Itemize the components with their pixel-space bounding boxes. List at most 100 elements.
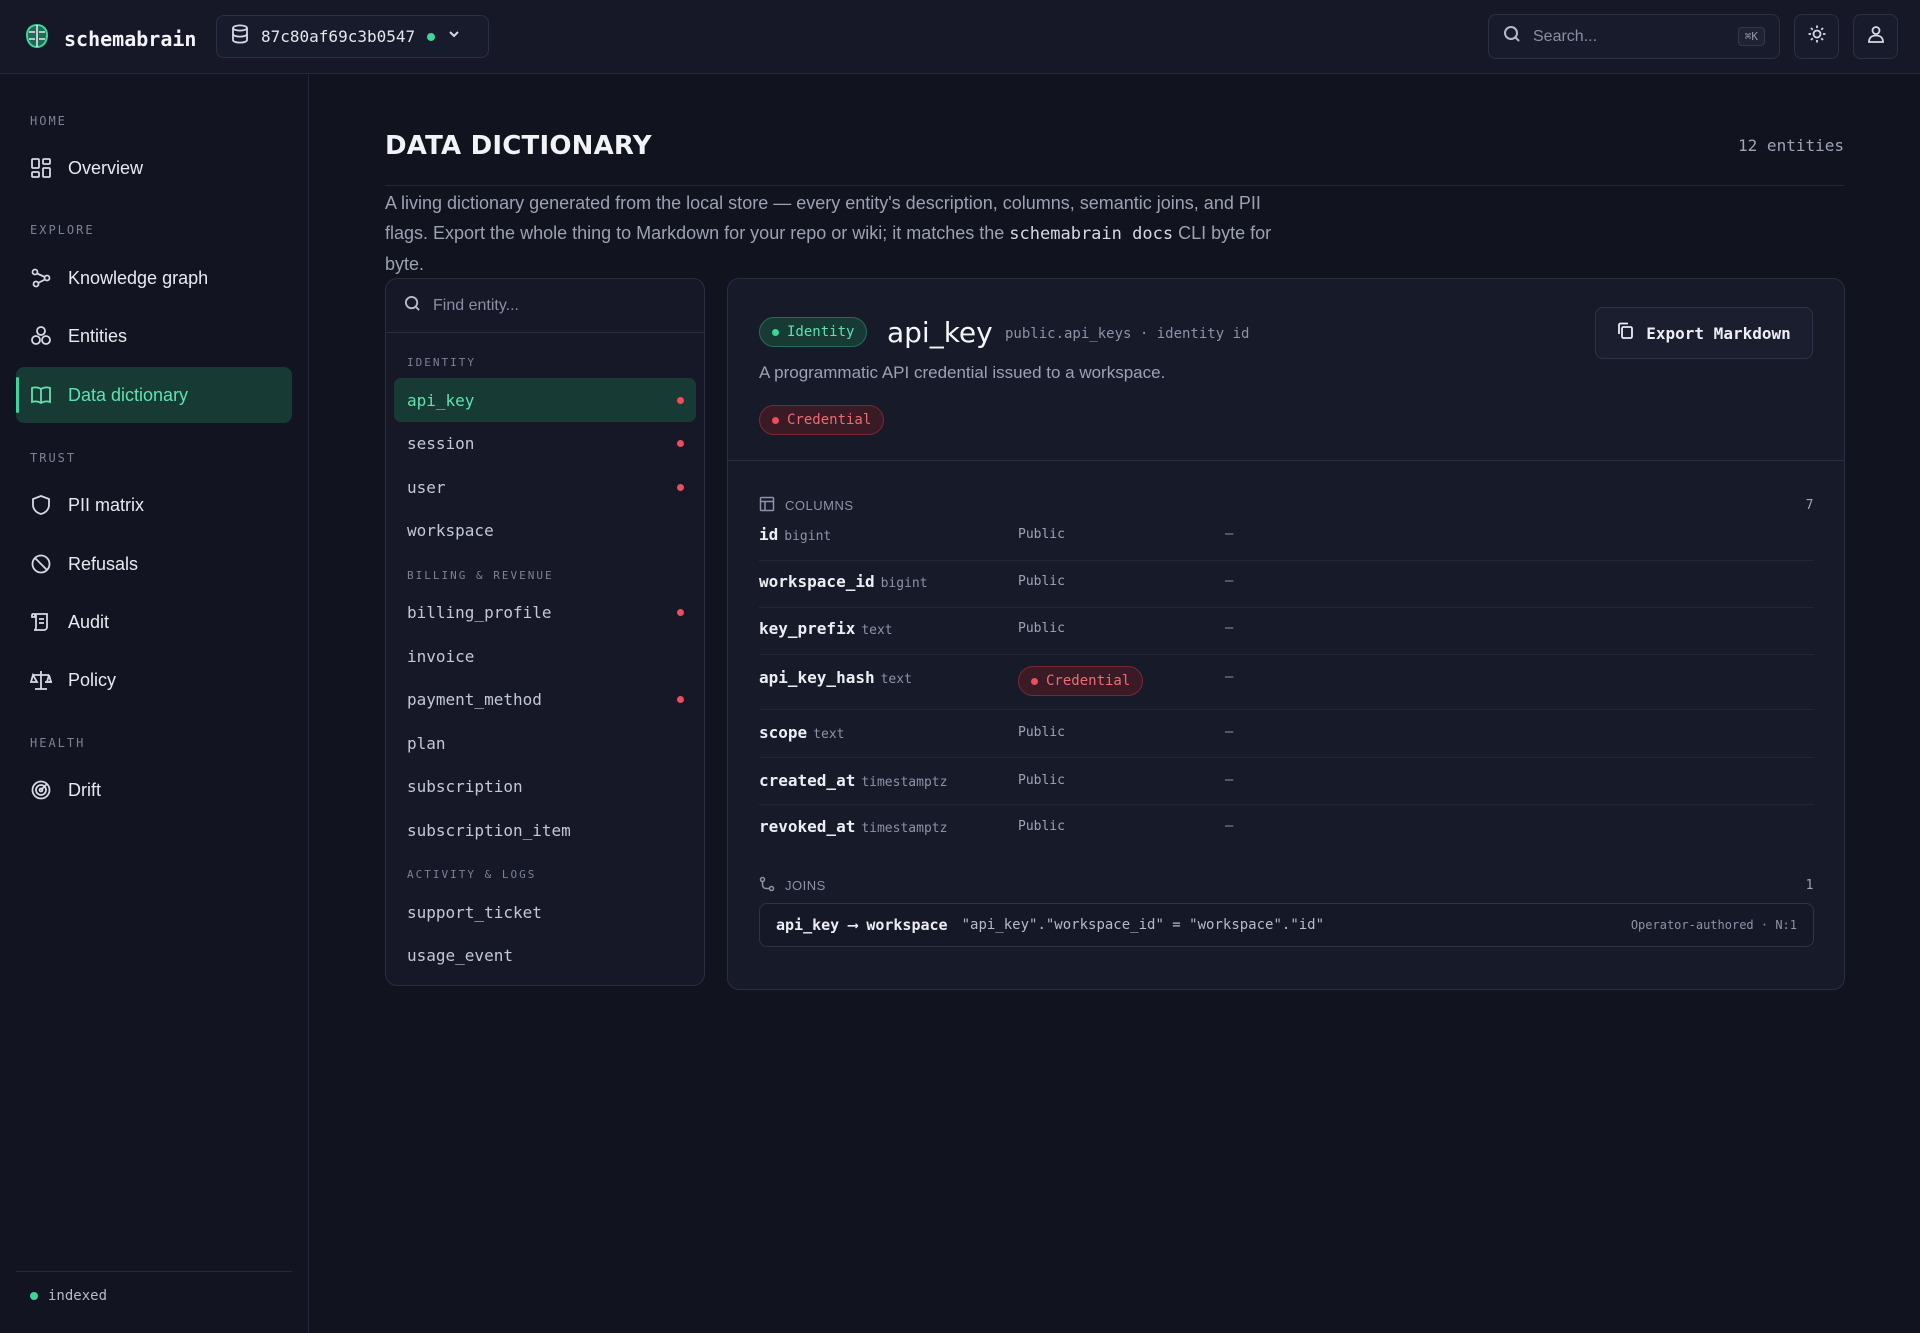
database-selector[interactable]: 87c80af69c3b0547 bbox=[216, 15, 489, 58]
nav-item-pii-matrix[interactable]: PII matrix bbox=[16, 477, 292, 533]
column-name: scope text bbox=[759, 723, 844, 742]
scroll-icon bbox=[30, 611, 52, 633]
nav-label: PII matrix bbox=[68, 494, 145, 515]
joins-section-header: JOINS 1 bbox=[759, 876, 1814, 895]
nav-section-health: HEALTH bbox=[30, 736, 86, 750]
column-classification: Public bbox=[1018, 773, 1065, 788]
column-name-text: scope bbox=[759, 723, 808, 742]
join-icon bbox=[759, 876, 775, 895]
join-condition: "api_key"."workspace_id" = "workspace"."… bbox=[961, 917, 1325, 933]
entities-icon bbox=[30, 325, 52, 347]
database-icon bbox=[231, 24, 249, 49]
pii-indicator-dot bbox=[677, 696, 684, 703]
column-name-text: key_prefix bbox=[759, 619, 856, 638]
nav-item-knowledge-graph[interactable]: Knowledge graph bbox=[16, 250, 292, 306]
column-classification: Public bbox=[1018, 725, 1065, 740]
page-intro: A living dictionary generated from the l… bbox=[385, 188, 1305, 279]
column-classification: Public bbox=[1018, 819, 1065, 834]
entity-count: 12 entities bbox=[1738, 136, 1844, 155]
grid-icon bbox=[30, 157, 52, 179]
account-button[interactable] bbox=[1853, 14, 1898, 59]
entity-item-user[interactable]: user bbox=[394, 465, 696, 509]
nav-item-overview[interactable]: Overview bbox=[16, 140, 292, 196]
join-row[interactable]: api_key ⟶ workspace "api_key"."workspace… bbox=[759, 903, 1814, 947]
user-icon bbox=[1866, 24, 1886, 49]
entity-item-workspace[interactable]: workspace bbox=[394, 508, 696, 552]
entity-item-usage-event[interactable]: usage_event bbox=[394, 933, 696, 977]
column-type: text bbox=[813, 727, 845, 742]
column-name-text: revoked_at bbox=[759, 817, 856, 836]
table-icon bbox=[759, 496, 775, 515]
pii-indicator-dot bbox=[677, 609, 684, 616]
entity-name: plan bbox=[407, 733, 446, 753]
group-label-identity: IDENTITY bbox=[407, 356, 476, 369]
nav-item-data-dictionary[interactable]: Data dictionary bbox=[16, 367, 292, 423]
arrow-right-icon: ⟶ bbox=[848, 916, 858, 934]
column-type: timestamptz bbox=[861, 821, 948, 836]
global-search[interactable]: Search... ⌘K bbox=[1488, 14, 1780, 59]
nav-item-entities[interactable]: Entities bbox=[16, 308, 292, 364]
join-to: workspace bbox=[866, 916, 948, 934]
export-markdown-button[interactable]: Export Markdown bbox=[1595, 307, 1813, 359]
nav-item-refusals[interactable]: Refusals bbox=[16, 536, 292, 592]
column-type: text bbox=[880, 672, 912, 687]
search-icon bbox=[404, 295, 421, 317]
nav-label: Refusals bbox=[68, 553, 139, 574]
column-row: key_prefix text Public – bbox=[759, 608, 1814, 655]
pii-badge-label: Credential bbox=[787, 412, 872, 428]
column-note: – bbox=[1225, 525, 1234, 542]
find-entity-placeholder: Find entity... bbox=[433, 296, 519, 314]
intro-cli-command: schemabrain docs bbox=[1009, 224, 1174, 244]
entity-item-subscription-item[interactable]: subscription_item bbox=[394, 808, 696, 852]
nav-item-drift[interactable]: Drift bbox=[16, 762, 292, 818]
connection-status-dot bbox=[427, 32, 436, 41]
entity-item-support-ticket[interactable]: support_ticket bbox=[394, 890, 696, 934]
column-classification: Public bbox=[1018, 574, 1065, 589]
find-entity-input[interactable]: Find entity... bbox=[386, 279, 704, 333]
entity-name: subscription bbox=[407, 776, 523, 796]
nav-label: Overview bbox=[68, 157, 144, 178]
joins-label: JOINS bbox=[785, 878, 826, 893]
graph-icon bbox=[30, 267, 52, 289]
entity-item-billing-profile[interactable]: billing_profile bbox=[394, 590, 696, 634]
nav-label: Policy bbox=[68, 669, 117, 690]
entity-title: api_key bbox=[887, 316, 993, 349]
entity-name: support_ticket bbox=[407, 902, 542, 922]
column-type: bigint bbox=[880, 576, 928, 591]
join-from: api_key bbox=[776, 916, 840, 934]
entity-item-api-key[interactable]: api_key bbox=[394, 378, 696, 422]
pii-indicator-dot bbox=[677, 397, 684, 404]
pii-badge-dot bbox=[772, 416, 779, 424]
domain-badge-label: Identity bbox=[787, 324, 855, 340]
entity-item-plan[interactable]: plan bbox=[394, 721, 696, 765]
nav-label: Audit bbox=[68, 611, 110, 632]
app-name: schemabrain bbox=[64, 26, 197, 51]
entity-name: billing_profile bbox=[407, 602, 552, 622]
theme-toggle-button[interactable] bbox=[1794, 14, 1839, 59]
entity-list-panel: Find entity... IDENTITY api_key session … bbox=[385, 278, 705, 986]
pii-indicator-dot bbox=[677, 440, 684, 447]
column-name: api_key_hash text bbox=[759, 668, 912, 687]
column-name-text: workspace_id bbox=[759, 572, 875, 591]
entity-item-invoice[interactable]: invoice bbox=[394, 634, 696, 678]
columns-count: 7 bbox=[1805, 498, 1814, 513]
join-path: api_key ⟶ workspace bbox=[776, 916, 948, 934]
entity-detail-header: Identity api_key public.api_keys · ident… bbox=[728, 279, 1844, 461]
entity-name: usage_event bbox=[407, 945, 513, 965]
entity-name: payment_method bbox=[407, 689, 542, 709]
entity-item-session[interactable]: session bbox=[394, 421, 696, 465]
entity-name: api_key bbox=[407, 390, 475, 410]
column-type: bigint bbox=[784, 529, 832, 544]
nav-section-trust: TRUST bbox=[30, 451, 77, 465]
nav-item-audit[interactable]: Audit bbox=[16, 594, 292, 650]
column-pii-badge: Credential bbox=[1018, 666, 1144, 696]
column-name: id bigint bbox=[759, 525, 831, 544]
column-type: timestamptz bbox=[861, 775, 948, 790]
entity-item-payment-method[interactable]: payment_method bbox=[394, 677, 696, 721]
nav-item-policy[interactable]: Policy bbox=[16, 652, 292, 708]
page-title: DATA DICTIONARY bbox=[385, 131, 652, 161]
brand[interactable]: schemabrain bbox=[24, 22, 196, 55]
shield-icon bbox=[30, 494, 52, 516]
column-note: – bbox=[1225, 771, 1234, 788]
entity-item-subscription[interactable]: subscription bbox=[394, 764, 696, 808]
